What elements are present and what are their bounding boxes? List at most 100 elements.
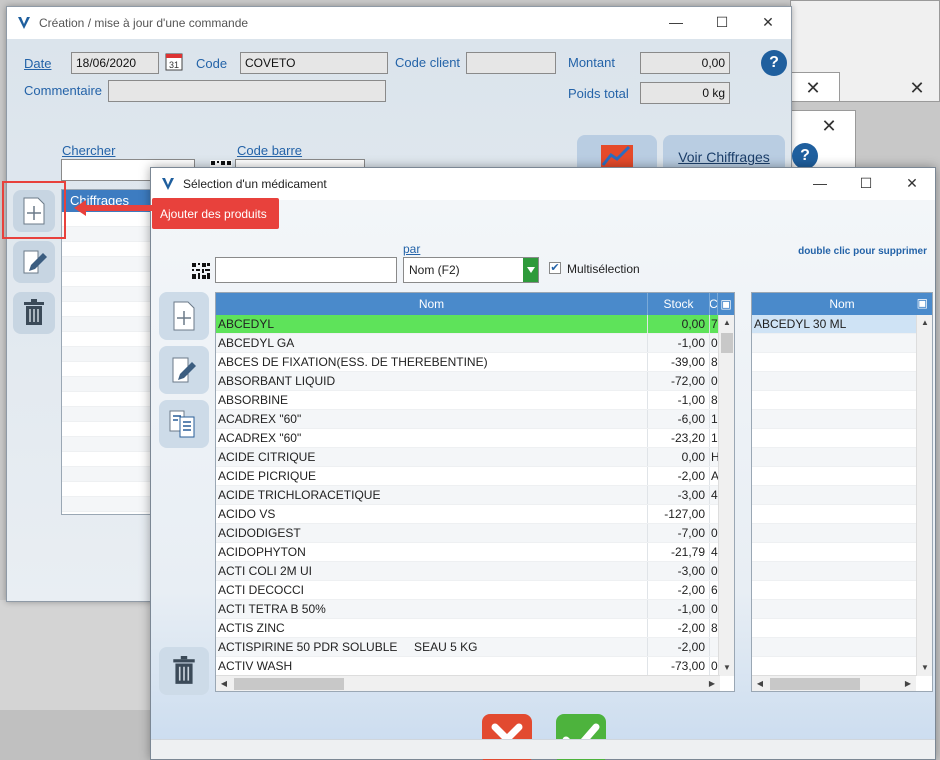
vertical-scrollbar[interactable]: ▲ ▼ <box>718 315 734 676</box>
minimize-icon[interactable]: — <box>797 168 843 198</box>
table-row[interactable]: ACTI COLI 2M UI -3,00 0 <box>216 562 720 581</box>
close-icon[interactable]: ✕ <box>791 73 835 103</box>
table-row[interactable]: ACTIV WASH -73,00 0 <box>216 657 720 676</box>
row-stock: -2,00 <box>648 638 710 656</box>
list-item[interactable] <box>752 391 916 410</box>
montant-field[interactable]: 0,00 <box>640 52 730 74</box>
selection-horizontal-scrollbar[interactable]: ◀ ▶ <box>752 675 916 691</box>
multiselection-checkbox[interactable]: ✔ <box>549 262 561 274</box>
list-item[interactable] <box>752 429 916 448</box>
date-field[interactable]: 18/06/2020 <box>71 52 159 74</box>
delete-column-icon[interactable]: ▣ <box>917 296 928 310</box>
list-item[interactable] <box>752 467 916 486</box>
montant-label: Montant <box>568 55 615 70</box>
table-row[interactable]: ACTISPIRINE 50 PDR SOLUBLE SEAU 5 KG -2,0… <box>216 638 720 657</box>
list-item[interactable] <box>752 448 916 467</box>
medication-selection-dialog: Sélection d'un médicament — ☐ ✕ par Nom … <box>150 167 936 760</box>
list-item[interactable] <box>752 619 916 638</box>
list-item[interactable] <box>752 372 916 391</box>
table-row[interactable]: ABCES DE FIXATION(ESS. DE THEREBENTINE) -… <box>216 353 720 372</box>
tooltip: Ajouter des produits <box>152 198 279 229</box>
multiselection-label: Multisélection <box>567 262 640 276</box>
row-stock: 0,00 <box>648 315 710 333</box>
help-icon[interactable]: ? <box>792 143 818 169</box>
close-icon[interactable]: ✕ <box>895 73 939 103</box>
poids-field[interactable]: 0 kg <box>640 82 730 104</box>
close-icon[interactable]: ✕ <box>889 168 935 198</box>
close-icon[interactable]: ✕ <box>745 7 791 37</box>
row-stock: -1,00 <box>648 600 710 618</box>
list-item[interactable]: ABCEDYL 30 ML <box>752 315 916 334</box>
selection-vertical-scrollbar[interactable]: ▲ ▼ <box>916 315 932 676</box>
table-row[interactable]: ACADREX "60" -6,00 1 <box>216 410 720 429</box>
horizontal-scrollbar[interactable]: ◀ ▶ <box>216 675 720 691</box>
table-row[interactable]: ACTI TETRA B 50% -1,00 0 <box>216 600 720 619</box>
edit-document-button[interactable] <box>159 346 209 394</box>
code-client-field[interactable] <box>466 52 556 74</box>
row-nom: ABCEDYL <box>216 315 648 333</box>
list-item[interactable] <box>752 486 916 505</box>
row-stock: -6,00 <box>648 410 710 428</box>
table-row[interactable]: ABCEDYL 0,00 7 <box>216 315 720 334</box>
medication-table: Nom Stock C ▣ ABCEDYL 0,00 7 ABCEDYL GA -1,0… <box>215 292 735 692</box>
list-item[interactable] <box>752 334 916 353</box>
table-row[interactable]: ACIDE CITRIQUE 0,00 H <box>216 448 720 467</box>
maximize-icon[interactable]: ☐ <box>699 7 745 37</box>
list-item[interactable] <box>752 562 916 581</box>
list-item[interactable] <box>752 353 916 372</box>
list-item[interactable] <box>752 505 916 524</box>
calendar-icon[interactable]: 31 <box>165 51 183 71</box>
column-stock[interactable]: Stock <box>648 293 710 315</box>
column-nom[interactable]: Nom <box>216 293 648 315</box>
add-document-button[interactable] <box>159 292 209 340</box>
minimize-icon[interactable]: — <box>653 7 699 37</box>
edit-icon <box>172 357 196 383</box>
row-nom: ACTIS ZINC <box>216 619 648 637</box>
row-stock: -2,00 <box>648 581 710 599</box>
row-stock: -39,00 <box>648 353 710 371</box>
table-row[interactable]: ABSORBANT LIQUID -72,00 0 <box>216 372 720 391</box>
trash-icon <box>173 656 195 684</box>
table-row[interactable]: ACIDOPHYTON -21,79 4 <box>216 543 720 562</box>
list-item[interactable] <box>752 410 916 429</box>
search-mode-select[interactable]: Nom (F2) <box>403 257 539 283</box>
table-row[interactable]: ACTI DECOCCI -2,00 6 <box>216 581 720 600</box>
close-icon[interactable]: ✕ <box>807 111 851 141</box>
edit-button[interactable] <box>13 241 55 283</box>
table-row[interactable]: ABCEDYL GA -1,00 0 <box>216 334 720 353</box>
table-row[interactable]: ABSORBINE -1,00 8 <box>216 391 720 410</box>
list-item[interactable] <box>752 581 916 600</box>
search-input[interactable] <box>215 257 397 283</box>
delete-button[interactable] <box>13 292 55 334</box>
commentaire-field[interactable] <box>108 80 386 102</box>
column-c[interactable]: C <box>710 293 718 315</box>
row-nom: ACIDE PICRIQUE <box>216 467 648 485</box>
selection-column-nom[interactable]: Nom <box>829 297 854 311</box>
list-item[interactable] <box>752 638 916 657</box>
column-settings-icon[interactable]: ▣ <box>718 293 734 315</box>
code-label: Code <box>196 56 228 71</box>
table-row[interactable]: ACIDE TRICHLORACETIQUE -3,00 4 <box>216 486 720 505</box>
code-client-label: Code client <box>395 55 461 70</box>
background-window-5 <box>0 710 150 760</box>
delete-button[interactable] <box>159 647 209 695</box>
row-nom: ACIDODIGEST <box>216 524 648 542</box>
duplicate-button[interactable] <box>159 400 209 448</box>
delete-hint: double clic pour supprimer <box>798 246 927 257</box>
duplicate-icon <box>169 410 195 438</box>
dialog-titlebar: Sélection d'un médicament — ☐ ✕ <box>151 168 935 200</box>
table-row[interactable]: ACADREX "60" -23,20 1 <box>216 429 720 448</box>
code-field[interactable]: COVETO <box>240 52 388 74</box>
highlight-frame <box>2 181 66 239</box>
list-item[interactable] <box>752 600 916 619</box>
table-row[interactable]: ACIDE PICRIQUE -2,00 A <box>216 467 720 486</box>
table-row[interactable]: ACTIS ZINC -2,00 8 <box>216 619 720 638</box>
maximize-icon[interactable]: ☐ <box>843 168 889 198</box>
list-item[interactable] <box>752 543 916 562</box>
table-row[interactable]: ACIDO VS -127,00 <box>216 505 720 524</box>
order-window-titlebar: Création / mise à jour d'une commande — … <box>7 7 791 39</box>
list-item[interactable] <box>752 524 916 543</box>
dropdown-arrow-icon[interactable] <box>523 258 538 282</box>
table-row[interactable]: ACIDODIGEST -7,00 0 <box>216 524 720 543</box>
help-icon[interactable]: ? <box>761 50 787 76</box>
